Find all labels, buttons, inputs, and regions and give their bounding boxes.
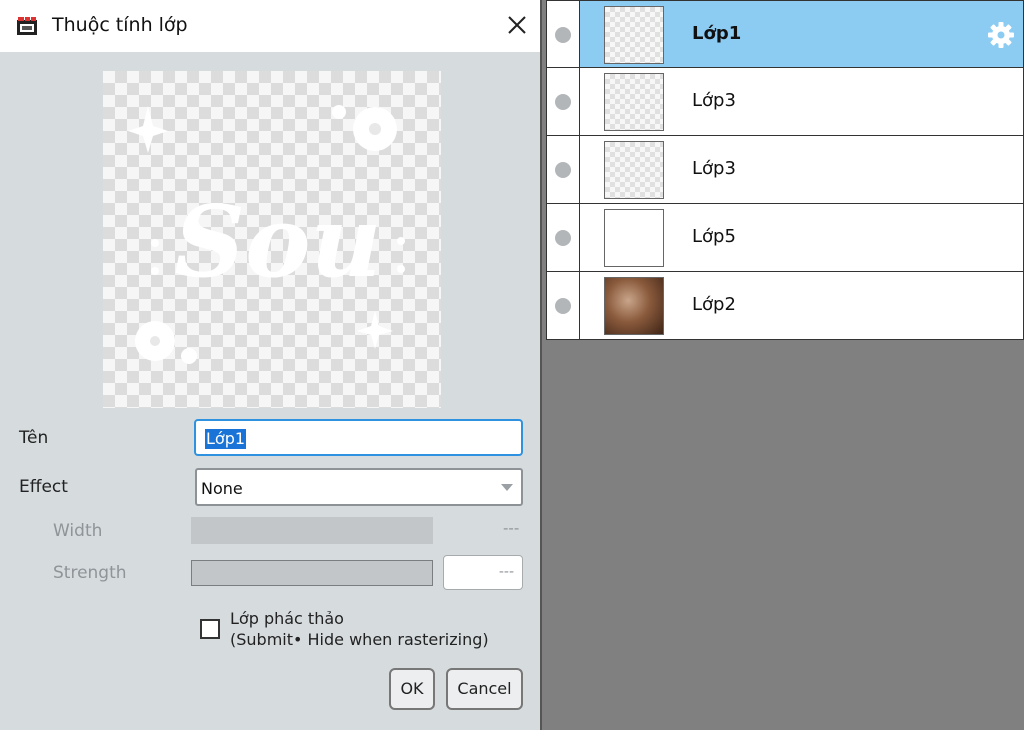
layer-properties-dialog: Thuộc tính lớp Sou Tên Lớp1 Effect None … (0, 0, 542, 730)
layer-thumbnail (604, 277, 664, 335)
preview-text: Sou (174, 185, 381, 300)
layers-panel: Lớp1 Lớp3 Lớp3 Lớp5 Lớp2 (546, 0, 1024, 340)
width-slider (191, 517, 433, 544)
layer-visibility-cell[interactable] (547, 272, 580, 339)
gear-icon[interactable] (987, 21, 1015, 49)
layer-visibility-cell[interactable] (547, 68, 580, 135)
draft-layer-label-line1: Lớp phác thảo (230, 609, 344, 628)
draft-layer-label: Lớp phác thảo (Submit• Hide when rasteri… (230, 608, 489, 650)
layer-preview: Sou (103, 71, 441, 408)
layer-visibility-cell[interactable] (547, 1, 580, 67)
visibility-dot-icon[interactable] (555, 162, 571, 178)
dialog-titlebar: Thuộc tính lớp (0, 0, 540, 52)
strength-input-value: --- (498, 564, 514, 580)
draft-layer-checkbox[interactable] (200, 619, 220, 639)
app-icon (17, 17, 37, 35)
layer-name: Lớp2 (692, 294, 736, 315)
effect-label: Effect (19, 477, 68, 497)
layer-name: Lớp3 (692, 90, 736, 111)
width-label: Width (53, 521, 103, 541)
visibility-dot-icon[interactable] (555, 27, 571, 43)
layer-row[interactable]: Lớp3 (546, 68, 1024, 136)
visibility-dot-icon[interactable] (555, 298, 571, 314)
dialog-title: Thuộc tính lớp (52, 14, 188, 36)
layer-thumbnail (604, 6, 664, 64)
layer-name: Lớp3 (692, 158, 736, 179)
strength-label: Strength (53, 563, 127, 583)
preview-artwork: Sou (128, 105, 405, 364)
draft-layer-label-line2: (Submit• Hide when rasterizing) (230, 630, 489, 649)
cancel-button[interactable]: Cancel (446, 668, 523, 710)
name-label: Tên (19, 428, 49, 448)
layer-row[interactable]: Lớp2 (546, 272, 1024, 340)
strength-slider[interactable] (191, 560, 433, 586)
ok-button[interactable]: OK (389, 668, 435, 710)
effect-select-value: None (201, 479, 243, 498)
layer-thumbnail (604, 209, 664, 267)
layer-row[interactable]: Lớp3 (546, 136, 1024, 204)
layer-visibility-cell[interactable] (547, 204, 580, 271)
layer-thumbnail (604, 73, 664, 131)
width-value: --- (503, 519, 520, 537)
visibility-dot-icon[interactable] (555, 94, 571, 110)
close-icon[interactable] (500, 8, 534, 42)
layer-visibility-cell[interactable] (547, 136, 580, 203)
layer-row[interactable]: Lớp5 (546, 204, 1024, 272)
chevron-down-icon (501, 484, 513, 491)
strength-input[interactable]: --- (443, 555, 523, 590)
layer-name: Lớp1 (692, 23, 742, 44)
layer-name: Lớp5 (692, 226, 736, 247)
effect-select[interactable]: None (195, 468, 523, 506)
layer-thumbnail (604, 141, 664, 199)
name-input[interactable]: Lớp1 (194, 419, 523, 456)
name-input-value: Lớp1 (205, 429, 247, 449)
layer-row[interactable]: Lớp1 (546, 0, 1024, 68)
visibility-dot-icon[interactable] (555, 230, 571, 246)
